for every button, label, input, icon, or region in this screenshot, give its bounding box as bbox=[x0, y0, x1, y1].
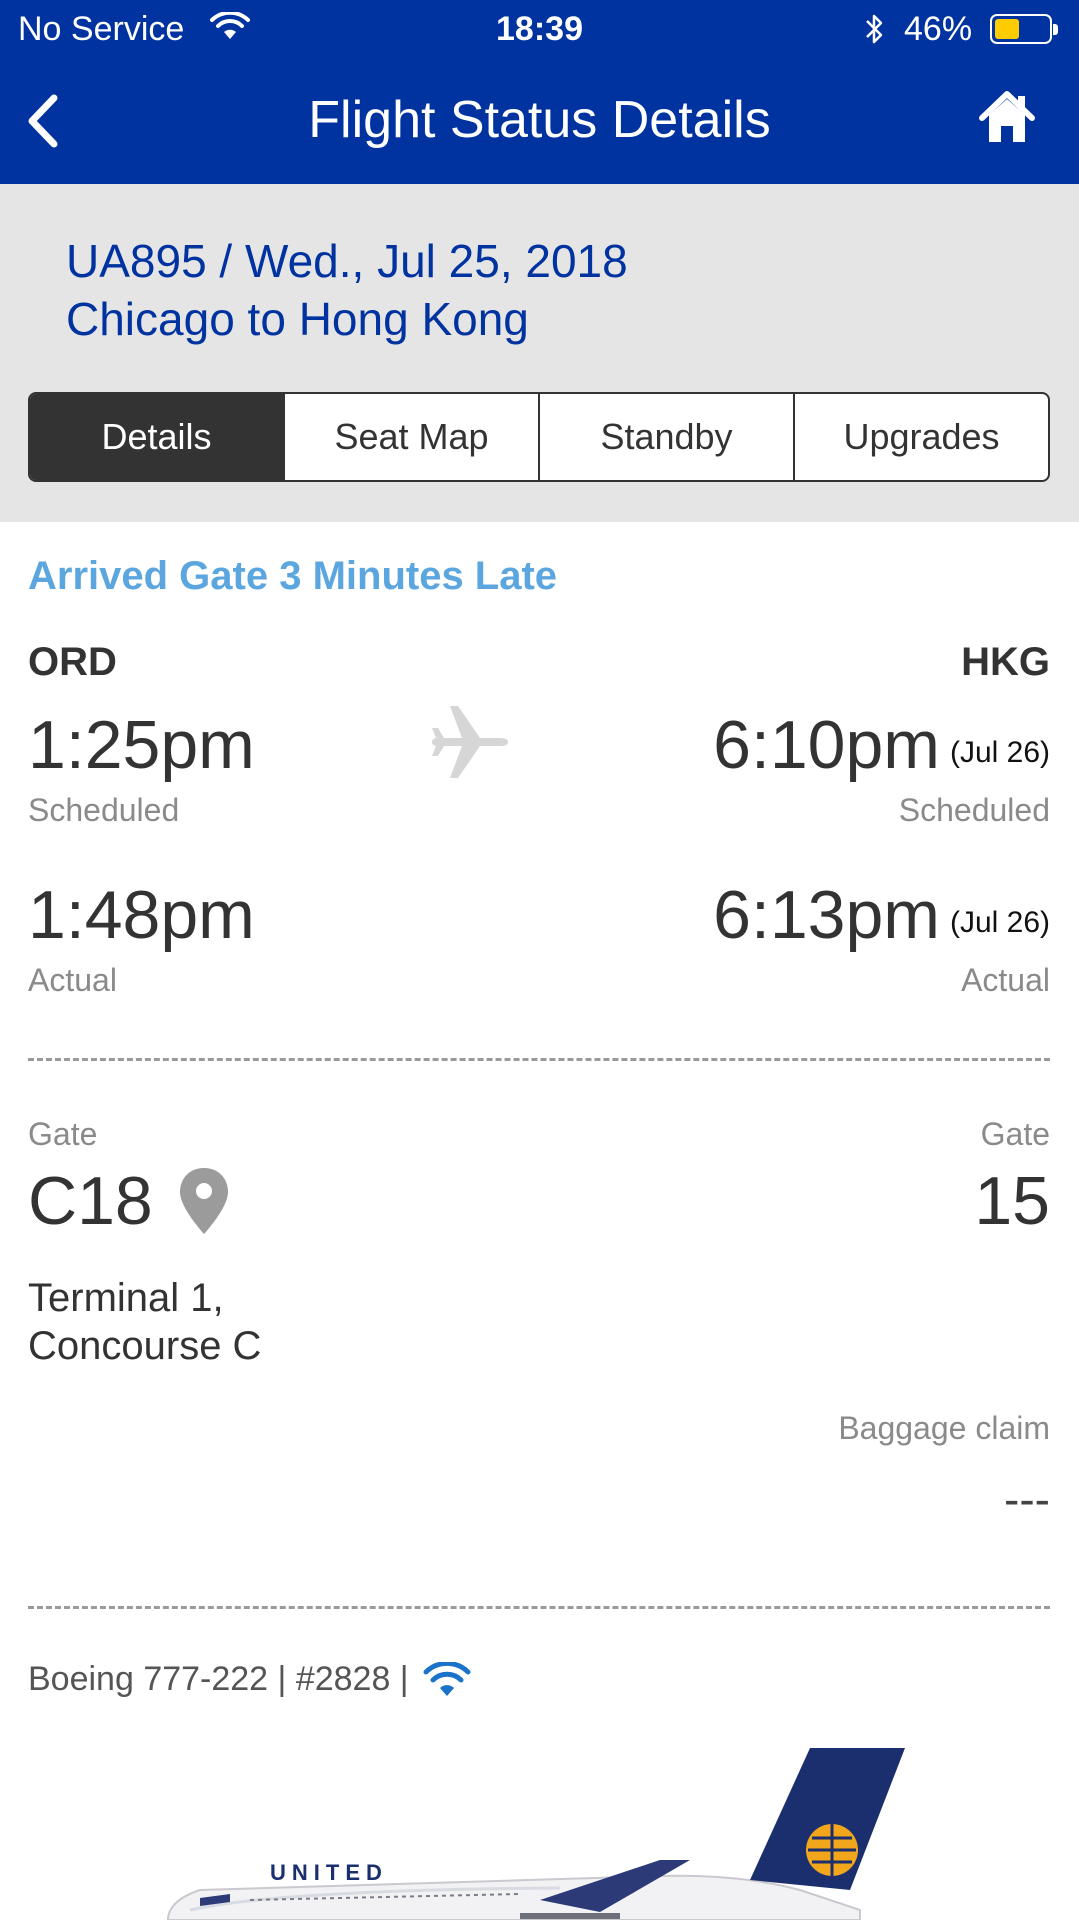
arrival-code: HKG bbox=[961, 640, 1050, 684]
flight-number-date: UA895 / Wed., Jul 25, 2018 bbox=[66, 235, 628, 287]
aircraft-image: UNITED bbox=[167, 1748, 905, 1920]
departure-gate-label: Gate bbox=[28, 1116, 98, 1152]
arrival-actual: 6:13pm (Jul 26) bbox=[713, 876, 1050, 954]
tab-upgrades[interactable]: Upgrades bbox=[795, 394, 1048, 480]
battery-fill bbox=[995, 19, 1019, 39]
divider bbox=[28, 1058, 1050, 1061]
tab-seat-map[interactable]: Seat Map bbox=[285, 394, 540, 480]
departure-gate: C18 bbox=[28, 1163, 153, 1239]
arrival-gate: 15 bbox=[974, 1163, 1050, 1239]
battery-percent: 46% bbox=[904, 10, 973, 48]
flight-route: Chicago to Hong Kong bbox=[66, 293, 529, 345]
status-bar: No Service 18:39 46% bbox=[0, 0, 1079, 60]
departure-terminal: Terminal 1, Concourse C bbox=[28, 1274, 261, 1370]
baggage-claim-label: Baggage claim bbox=[838, 1410, 1050, 1446]
aircraft-text: Boeing 777-222 | #2828 | bbox=[28, 1660, 409, 1698]
nav-bar: Flight Status Details bbox=[0, 60, 1079, 184]
concourse-line: Concourse C bbox=[28, 1324, 262, 1368]
departure-scheduled-label: Scheduled bbox=[28, 792, 180, 828]
arrival-scheduled-label: Scheduled bbox=[898, 792, 1050, 828]
arrival-scheduled-date: (Jul 26) bbox=[949, 736, 1050, 769]
wifi-icon bbox=[423, 1661, 471, 1696]
divider bbox=[28, 1606, 1050, 1609]
arrival-scheduled-time: 6:10pm bbox=[713, 707, 940, 783]
tab-standby[interactable]: Standby bbox=[540, 394, 795, 480]
arrival-scheduled: 6:10pm (Jul 26) bbox=[713, 706, 1050, 784]
departure-actual-time: 1:48pm bbox=[28, 877, 255, 953]
flight-status: Arrived Gate 3 Minutes Late bbox=[28, 554, 558, 598]
tab-details[interactable]: Details bbox=[30, 394, 285, 480]
departure-code: ORD bbox=[28, 640, 117, 684]
arrival-actual-time: 6:13pm bbox=[713, 877, 940, 953]
airplane-icon bbox=[432, 706, 508, 778]
bluetooth-icon bbox=[866, 14, 883, 44]
map-pin-icon[interactable] bbox=[178, 1166, 230, 1236]
departure-actual-label: Actual bbox=[28, 962, 117, 998]
arrival-gate-label: Gate bbox=[980, 1116, 1050, 1152]
arrival-actual-label: Actual bbox=[961, 962, 1050, 998]
baggage-claim-value: --- bbox=[1004, 1473, 1050, 1525]
arrival-actual-date: (Jul 26) bbox=[949, 906, 1050, 939]
battery-icon bbox=[990, 14, 1058, 44]
departure-scheduled-time: 1:25pm bbox=[28, 707, 255, 783]
page-title: Flight Status Details bbox=[308, 91, 771, 149]
livery-text: UNITED bbox=[270, 1860, 388, 1885]
terminal-line: Terminal 1, bbox=[28, 1276, 224, 1320]
tab-bar: Details Seat Map Standby Upgrades bbox=[28, 392, 1050, 482]
home-icon[interactable] bbox=[978, 90, 1036, 146]
aircraft-info: Boeing 777-222 | #2828 | bbox=[28, 1660, 471, 1699]
flight-header: UA895 / Wed., Jul 25, 2018 Chicago to Ho… bbox=[0, 184, 1079, 522]
